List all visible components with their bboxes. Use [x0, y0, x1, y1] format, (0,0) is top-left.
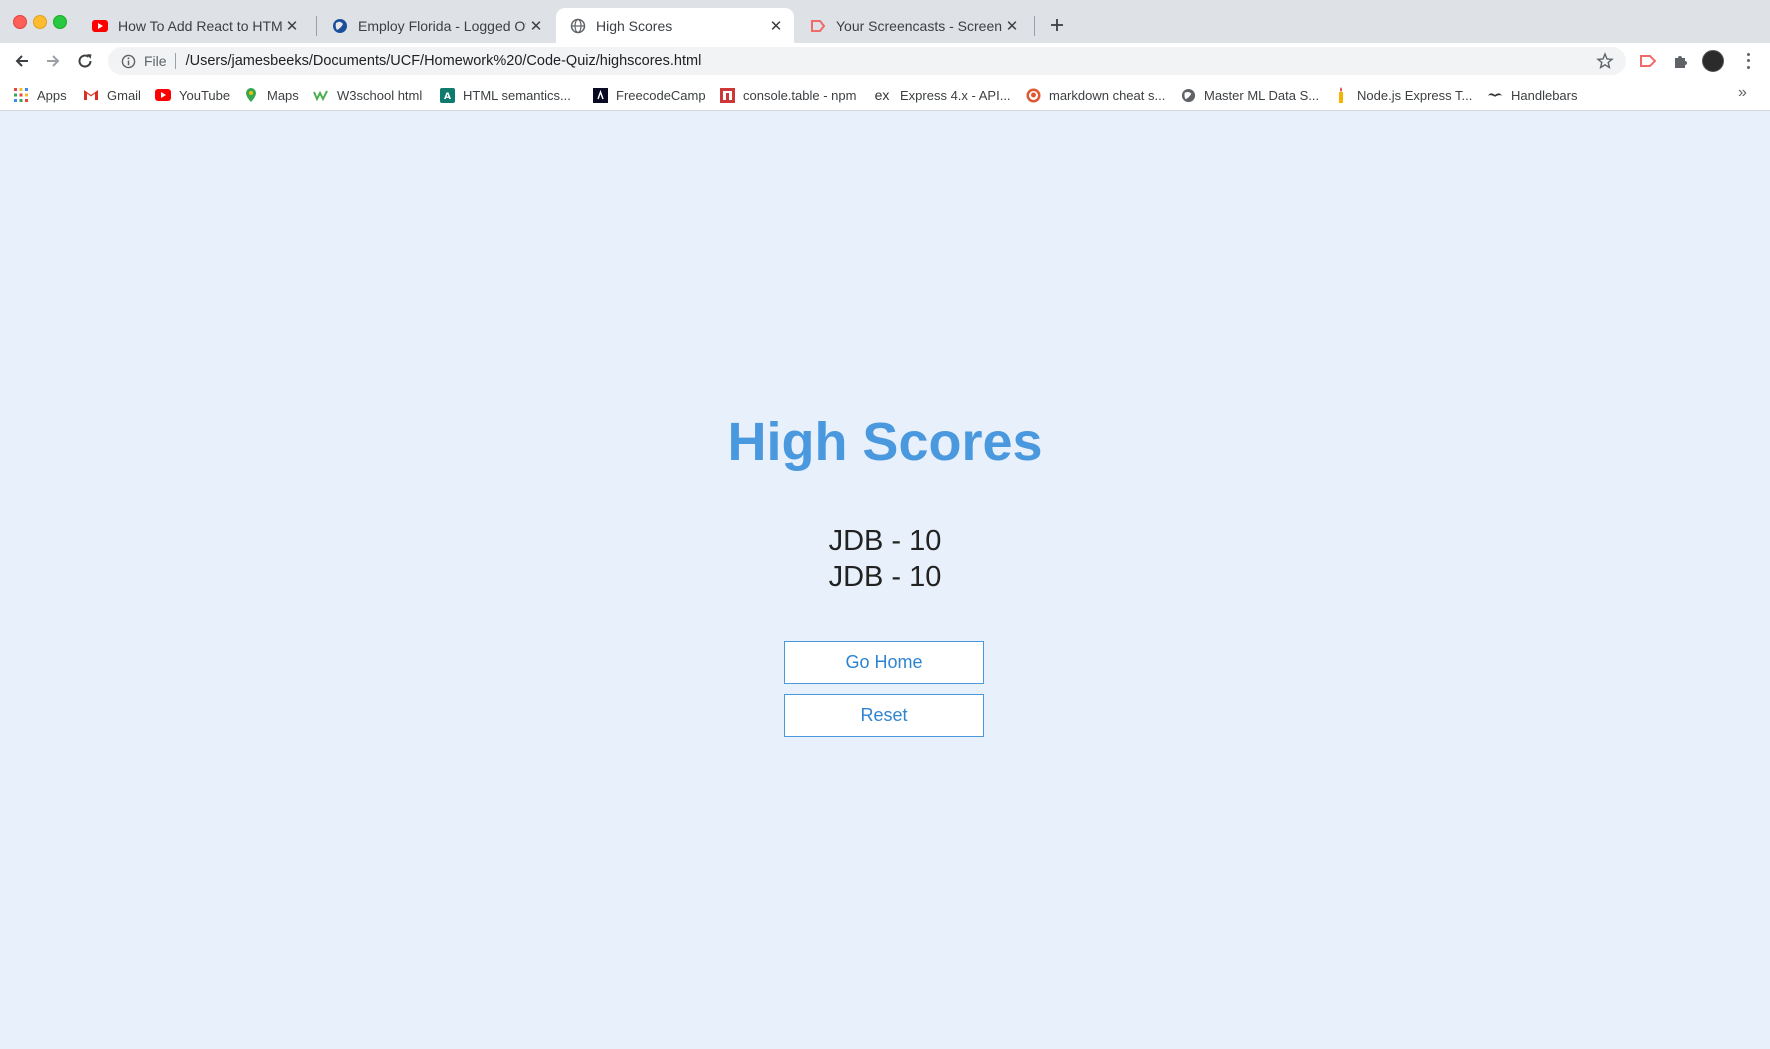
w3schools-icon — [313, 87, 329, 103]
close-tab-icon[interactable]: ✕ — [766, 16, 786, 36]
screencastify-extension-icon[interactable] — [1638, 51, 1658, 71]
tab-title: High Scores — [596, 17, 673, 34]
close-tab-icon[interactable]: ✕ — [282, 16, 302, 36]
globe-icon — [332, 18, 348, 34]
bookmark-label: Node.js Express T... — [1357, 87, 1473, 103]
bookmark-label: FreecodeCamp — [616, 87, 706, 103]
new-tab-button[interactable] — [1046, 14, 1068, 36]
candle-icon — [1333, 87, 1349, 103]
bookmark-label: Master ML Data S... — [1204, 87, 1320, 103]
bookmark-console-table-npm[interactable]: console.table - npm — [719, 85, 856, 105]
bookmark-markdown-cheat[interactable]: markdown cheat s... — [1025, 85, 1165, 105]
bookmark-label: Gmail — [107, 87, 141, 103]
gmail-icon — [83, 87, 99, 103]
bookmark-label: Handlebars — [1511, 87, 1578, 103]
bookmark-label: markdown cheat s... — [1049, 87, 1166, 103]
svg-text:A: A — [444, 92, 451, 102]
bookmark-maps[interactable]: Maps — [243, 85, 299, 105]
url-scheme-label: File — [144, 53, 167, 69]
bookmark-label: console.table - npm — [743, 87, 857, 103]
screencastify-icon — [810, 18, 826, 34]
express-icon: ex — [874, 87, 890, 103]
freecodecamp-icon — [592, 87, 608, 103]
reload-icon[interactable] — [73, 49, 97, 73]
bookmark-express-api[interactable]: ex Express 4.x - API... — [872, 85, 1011, 105]
tab-screencasts[interactable]: Your Screencasts - Screencast ✕ — [796, 8, 1030, 43]
omnibox-divider — [174, 53, 176, 69]
page-title: High Scores — [727, 412, 1043, 472]
bookmark-label: HTML semantics... — [463, 87, 571, 103]
duckduckgo-icon — [1025, 87, 1041, 103]
bookmark-label: YouTube — [179, 87, 231, 103]
score-item: JDB - 10 — [828, 525, 942, 557]
profile-avatar[interactable] — [1702, 50, 1724, 72]
page-content: High Scores JDB - 10 JDB - 10 Go Home Re… — [0, 111, 1770, 1049]
bookmark-label: Maps — [267, 87, 299, 103]
minimize-window-button[interactable] — [33, 15, 47, 29]
tab-title: Employ Florida - Logged Off — [358, 17, 526, 34]
close-tab-icon[interactable]: ✕ — [526, 16, 546, 36]
tab-strip: How To Add React to HTML We ✕ Employ Flo… — [0, 0, 1770, 43]
bookmark-star-icon[interactable] — [1596, 52, 1614, 70]
score-list: JDB - 10 JDB - 10 — [0, 523, 1770, 595]
bookmark-gmail[interactable]: Gmail — [83, 85, 141, 105]
html-semantics-icon: A — [439, 87, 455, 103]
tab-react-html[interactable]: How To Add React to HTML We ✕ — [78, 8, 310, 43]
more-menu-icon[interactable] — [1741, 51, 1755, 71]
close-window-button[interactable] — [13, 15, 27, 29]
bookmark-freecodecamp[interactable]: FreecodeCamp — [592, 85, 706, 105]
browser-toolbar: File /Users/jamesbeeks/Documents/UCF/Hom… — [0, 43, 1770, 79]
address-bar[interactable]: File /Users/jamesbeeks/Documents/UCF/Hom… — [108, 47, 1626, 75]
globe-icon — [570, 18, 586, 34]
close-tab-icon[interactable]: ✕ — [1002, 16, 1022, 36]
go-home-button[interactable]: Go Home — [784, 641, 984, 684]
tab-high-scores[interactable]: High Scores ✕ — [556, 8, 794, 43]
tab-separator — [1034, 16, 1035, 36]
bookmarks-overflow-icon[interactable]: » — [1738, 84, 1747, 102]
bookmark-handlebars[interactable]: Handlebars — [1487, 85, 1578, 105]
score-item: JDB - 10 — [828, 561, 942, 593]
bookmark-nodejs-express[interactable]: Node.js Express T... — [1333, 85, 1472, 105]
bookmark-label: Apps — [37, 87, 67, 103]
bookmark-apps[interactable]: Apps — [13, 85, 67, 105]
youtube-icon — [92, 18, 108, 34]
bookmark-master-ml[interactable]: Master ML Data S... — [1180, 85, 1319, 105]
browser-window: How To Add React to HTML We ✕ Employ Flo… — [0, 0, 1770, 1049]
tab-title: Your Screencasts - Screencast — [836, 17, 1002, 34]
bookmark-youtube[interactable]: YouTube — [155, 85, 230, 105]
info-icon[interactable] — [120, 53, 136, 69]
bookmark-html-semantics[interactable]: A HTML semantics... — [439, 85, 571, 105]
tab-title: How To Add React to HTML We — [118, 17, 282, 34]
tab-separator — [316, 16, 317, 36]
globe-icon — [1180, 87, 1196, 103]
forward-arrow-icon[interactable] — [41, 49, 65, 73]
bookmark-label: Express 4.x - API... — [900, 87, 1011, 103]
maximize-window-button[interactable] — [53, 15, 67, 29]
npm-icon — [719, 87, 735, 103]
url-text[interactable]: /Users/jamesbeeks/Documents/UCF/Homework… — [186, 53, 702, 69]
tab-employ-florida[interactable]: Employ Florida - Logged Off ✕ — [318, 8, 554, 43]
extensions-puzzle-icon[interactable] — [1671, 51, 1691, 71]
reset-button[interactable]: Reset — [784, 694, 984, 737]
bookmark-label: W3school html — [337, 87, 423, 103]
bookmarks-bar: Apps Gmail YouTube Maps W3school html A … — [0, 79, 1770, 111]
apps-grid-icon — [13, 87, 29, 103]
back-arrow-icon[interactable] — [10, 49, 34, 73]
youtube-icon — [155, 87, 171, 103]
bookmark-w3school[interactable]: W3school html — [313, 85, 422, 105]
handlebars-icon — [1487, 87, 1503, 103]
maps-icon — [243, 87, 259, 103]
